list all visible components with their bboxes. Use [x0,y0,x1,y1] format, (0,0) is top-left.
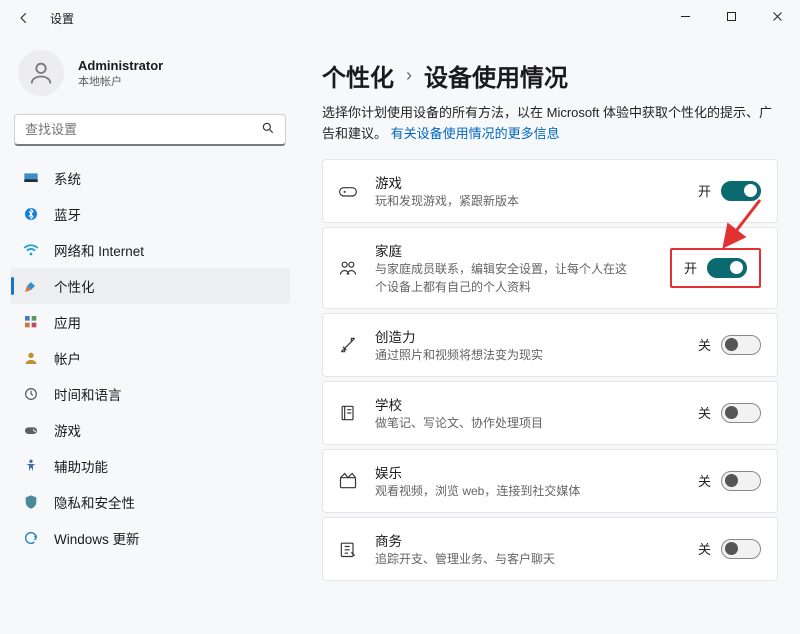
chevron-right-icon: › [406,65,412,86]
usage-card: 创造力通过照片和视频将想法变为现实 关 [322,313,778,377]
system-icon [22,170,40,186]
card-title: 娱乐 [375,462,682,482]
sidebar-item-apps[interactable]: 应用 [10,304,290,340]
sidebar-item-system[interactable]: 系统 [10,160,290,196]
sidebar-item-privacy[interactable]: 隐私和安全性 [10,484,290,520]
highlight-annotation: 开 [670,248,761,288]
card-subtitle: 观看视频，浏览 web，连接到社交媒体 [375,482,635,500]
card-icon [337,471,359,491]
card-subtitle: 做笔记、写论文、协作处理项目 [375,414,635,432]
time-language-icon [22,386,40,402]
maximize-button[interactable] [708,0,754,32]
toggle-state-label: 关 [698,403,711,422]
toggle-state-label: 开 [684,258,697,277]
sidebar-item-label: 游戏 [54,420,81,440]
user-name: Administrator [78,58,163,73]
search-input[interactable] [25,122,261,137]
usage-card: 娱乐观看视频，浏览 web，连接到社交媒体 关 [322,449,778,513]
card-subtitle: 追踪开支、管理业务、与客户聊天 [375,550,635,568]
page-description: 选择你计划使用设备的所有方法，以在 Microsoft 体验中获取个性化的提示、… [322,103,778,145]
sidebar-item-label: 网络和 Internet [54,240,144,260]
user-subtitle: 本地帐户 [78,73,163,89]
minimize-button[interactable] [662,0,708,32]
sidebar: Administrator 本地帐户 系统 蓝牙 网络和 Internet [0,36,300,634]
wifi-icon [22,242,40,258]
card-subtitle: 通过照片和视频将想法变为现实 [375,346,635,364]
window-title: 设置 [50,10,74,27]
card-subtitle: 与家庭成员联系，编辑安全设置，让每个人在这个设备上都有自己的个人资料 [375,260,635,296]
window-controls [662,0,800,32]
toggle-switch[interactable] [721,181,761,201]
sidebar-item-label: 应用 [54,312,81,332]
sidebar-item-label: 系统 [54,168,81,188]
accessibility-icon [22,458,40,474]
usage-card: 游戏玩和发现游戏，紧跟新版本 开 [322,159,778,223]
sidebar-item-accessibility[interactable]: 辅助功能 [10,448,290,484]
gaming-icon [22,422,40,438]
close-button[interactable] [754,0,800,32]
card-icon [337,539,359,559]
toggle-state-label: 关 [698,335,711,354]
card-title: 商务 [375,530,682,550]
sidebar-item-label: 帐户 [54,348,81,368]
toggle-switch[interactable] [721,471,761,491]
card-title: 创造力 [375,326,682,346]
search-input-wrap[interactable] [14,114,286,146]
page-title: 设备使用情况 [424,58,568,93]
sidebar-item-personalization[interactable]: 个性化 [10,268,290,304]
more-info-link[interactable]: 有关设备使用情况的更多信息 [391,126,560,141]
sidebar-item-windows-update[interactable]: Windows 更新 [10,520,290,556]
card-icon [337,335,359,355]
back-button[interactable] [12,11,36,25]
avatar [18,50,64,96]
breadcrumb: 个性化 › 设备使用情况 [322,58,778,93]
sidebar-item-bluetooth[interactable]: 蓝牙 [10,196,290,232]
sidebar-item-accounts[interactable]: 帐户 [10,340,290,376]
search-icon [261,121,275,138]
apps-icon [22,314,40,330]
card-subtitle: 玩和发现游戏，紧跟新版本 [375,192,635,210]
main-content: 个性化 › 设备使用情况 选择你计划使用设备的所有方法，以在 Microsoft… [300,36,800,634]
usage-card: 学校做笔记、写论文、协作处理项目 关 [322,381,778,445]
device-usage-list: 游戏玩和发现游戏，紧跟新版本开家庭与家庭成员联系，编辑安全设置，让每个人在这个设… [322,159,778,581]
privacy-icon [22,494,40,510]
sidebar-item-network[interactable]: 网络和 Internet [10,232,290,268]
toggle-switch[interactable] [707,258,747,278]
sidebar-item-label: 蓝牙 [54,204,81,224]
card-title: 家庭 [375,240,654,260]
accounts-icon [22,350,40,366]
card-icon [337,181,359,201]
toggle-switch[interactable] [721,403,761,423]
sidebar-item-label: 隐私和安全性 [54,492,135,512]
sidebar-item-label: 辅助功能 [54,456,108,476]
usage-card: 商务追踪开支、管理业务、与客户聊天 关 [322,517,778,581]
usage-card: 家庭与家庭成员联系，编辑安全设置，让每个人在这个设备上都有自己的个人资料 开 [322,227,778,309]
personalization-icon [22,278,40,294]
sidebar-item-label: 时间和语言 [54,384,122,404]
sidebar-item-label: 个性化 [54,276,95,296]
sidebar-item-gaming[interactable]: 游戏 [10,412,290,448]
toggle-state-label: 开 [698,181,711,200]
user-account-block[interactable]: Administrator 本地帐户 [10,44,290,114]
windows-update-icon [22,530,40,546]
toggle-state-label: 关 [698,539,711,558]
sidebar-item-label: Windows 更新 [54,528,140,548]
card-title: 游戏 [375,172,682,192]
sidebar-item-time-language[interactable]: 时间和语言 [10,376,290,412]
sidebar-nav: 系统 蓝牙 网络和 Internet 个性化 应用 帐户 [10,160,290,556]
card-title: 学校 [375,394,682,414]
card-icon [337,258,359,278]
card-icon [337,403,359,423]
toggle-state-label: 关 [698,471,711,490]
toggle-switch[interactable] [721,539,761,559]
bluetooth-icon [22,206,40,222]
breadcrumb-parent[interactable]: 个性化 [322,58,394,93]
toggle-switch[interactable] [721,335,761,355]
